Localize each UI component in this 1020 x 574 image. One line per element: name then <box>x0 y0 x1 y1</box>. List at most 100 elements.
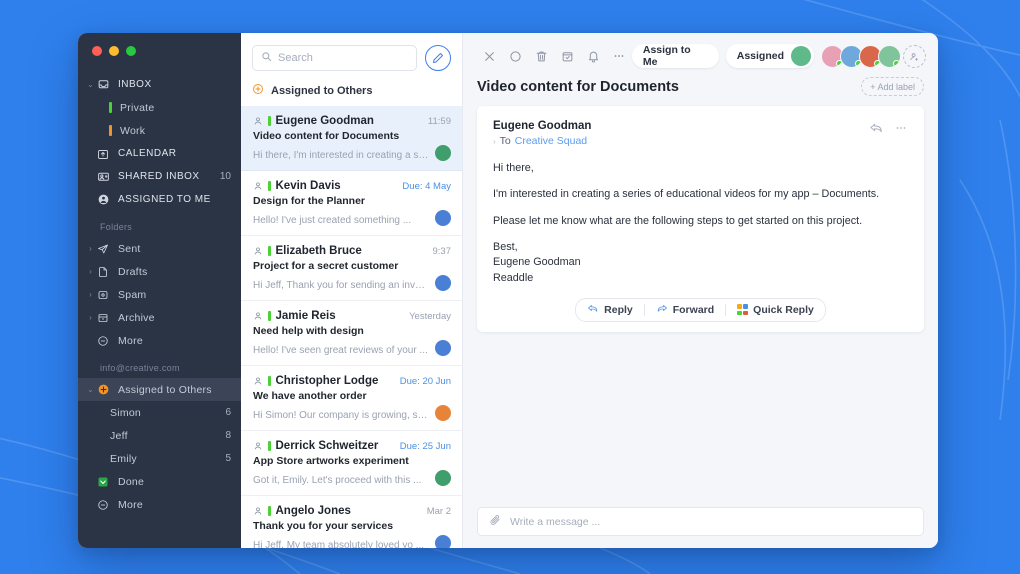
person-icon <box>253 441 264 451</box>
reply-arrow-icon[interactable] <box>869 120 884 140</box>
minimize-window-button[interactable] <box>109 46 119 56</box>
window-traffic-lights[interactable] <box>78 33 241 56</box>
add-person-icon[interactable] <box>903 44 927 68</box>
list-item[interactable]: Jamie Reis Yesterday Need help with desi… <box>241 301 462 366</box>
sidebar-item-label: Emily <box>110 452 137 465</box>
sidebar-item-assigned-to-others[interactable]: ⌄ Assigned to Others <box>78 378 241 401</box>
sidebar-section-account: info@creative.com <box>100 363 180 373</box>
assignee-avatar-group[interactable] <box>821 44 927 68</box>
sidebar-item-label: More <box>118 498 143 511</box>
quick-reply-button[interactable]: Quick Reply <box>726 299 825 321</box>
email-action-bar: Reply Forward Quick Reply <box>575 297 826 322</box>
list-item-sender: Christopher Lodge <box>275 375 379 387</box>
person-icon <box>253 116 264 126</box>
forward-button[interactable]: Forward <box>645 299 725 321</box>
add-label-text: + Add label <box>870 81 915 92</box>
chevron-right-icon[interactable]: › <box>86 244 95 253</box>
sidebar-item-label: Drafts <box>118 265 148 278</box>
avatar <box>435 405 451 421</box>
sidebar: ⌄ INBOX Private Work CALENDAR SHARED INB… <box>78 33 241 548</box>
flag-icon <box>268 311 271 321</box>
search-input[interactable]: Search <box>252 45 417 71</box>
sidebar-item-label: Done <box>118 475 145 488</box>
more-icon[interactable] <box>606 43 632 69</box>
list-item[interactable]: Elizabeth Bruce 9:37 Project for a secre… <box>241 236 462 301</box>
sidebar-item-drafts[interactable]: › Drafts <box>78 260 241 283</box>
inbox-icon <box>95 78 111 91</box>
list-item-subject: Design for the Planner <box>253 195 366 207</box>
avatar <box>435 210 451 226</box>
avatar <box>791 46 812 66</box>
more-icon[interactable] <box>894 121 908 140</box>
sidebar-item-archive[interactable]: › Archive <box>78 306 241 329</box>
list-item[interactable]: Kevin Davis Due: 4 May Design for the Pl… <box>241 171 462 236</box>
bell-icon[interactable] <box>580 43 606 69</box>
trash-icon[interactable] <box>529 43 555 69</box>
chevron-down-icon[interactable]: ⌄ <box>86 80 95 89</box>
email-recipients[interactable]: › To Creative Squad <box>493 135 869 147</box>
sidebar-item-private[interactable]: Private <box>78 96 241 119</box>
tag-icon <box>109 125 112 136</box>
sidebar-item-work[interactable]: Work <box>78 119 241 142</box>
list-item-time: 11:59 <box>427 115 451 127</box>
attachment-icon[interactable] <box>489 513 501 531</box>
flag-icon <box>268 506 271 516</box>
close-icon[interactable] <box>477 43 503 69</box>
sidebar-item-count: 5 <box>225 453 231 464</box>
sidebar-item-shared-inbox[interactable]: SHARED INBOX 10 <box>78 165 241 188</box>
add-label-button[interactable]: + Add label <box>861 77 924 96</box>
compose-button[interactable] <box>425 45 451 71</box>
assigned-icon <box>95 193 111 206</box>
sidebar-item-spam[interactable]: › Spam <box>78 283 241 306</box>
done-icon <box>95 476 111 488</box>
sidebar-item-more-account[interactable]: More <box>78 493 241 516</box>
archive-icon[interactable] <box>554 43 580 69</box>
avatar <box>435 145 451 161</box>
list-item[interactable]: Derrick Schweitzer Due: 25 Jun App Store… <box>241 431 462 496</box>
chevron-right-icon[interactable]: › <box>493 137 496 146</box>
assigned-others-icon <box>252 83 264 98</box>
chevron-right-icon[interactable]: › <box>86 267 95 276</box>
assign-to-me-button[interactable]: Assign to Me <box>631 44 719 68</box>
avatar[interactable] <box>878 44 902 68</box>
sidebar-item-simon[interactable]: Simon 6 <box>78 401 241 424</box>
list-item-time: Due: 20 Jun <box>399 375 451 387</box>
sidebar-item-inbox[interactable]: ⌄ INBOX <box>78 73 241 96</box>
sidebar-item-emily[interactable]: Emily 5 <box>78 447 241 470</box>
list-item-subject: Thank you for your services <box>253 520 394 532</box>
close-window-button[interactable] <box>92 46 102 56</box>
assigned-label: Assigned <box>736 50 785 62</box>
email-signature-line: Best, <box>493 240 518 253</box>
sidebar-item-jeff[interactable]: Jeff 8 <box>78 424 241 447</box>
reader-toolbar: Assign to Me Assigned <box>463 33 938 73</box>
sidebar-item-assigned-to-me[interactable]: ASSIGNED TO ME <box>78 188 241 211</box>
list-item[interactable]: Christopher Lodge Due: 20 Jun We have an… <box>241 366 462 431</box>
email-signature-line: Eugene Goodman <box>493 256 581 269</box>
email-paragraph: Please let me know what are the followin… <box>493 214 863 227</box>
email-header: Eugene Goodman › To Creative Squad <box>493 120 908 147</box>
quick-reply-label: Quick Reply <box>753 303 814 316</box>
circle-icon[interactable] <box>503 43 529 69</box>
list-item[interactable]: Angelo Jones Mar 2 Thank you for your se… <box>241 496 462 548</box>
zoom-window-button[interactable] <box>126 46 136 56</box>
calendar-icon <box>95 148 111 160</box>
message-items[interactable]: Eugene Goodman 11:59 Video content for D… <box>241 106 462 548</box>
assigned-pill[interactable]: Assigned <box>725 44 815 68</box>
composer-input[interactable]: Write a message ... <box>477 507 924 536</box>
chevron-right-icon[interactable]: › <box>86 313 95 322</box>
chevron-down-icon[interactable]: ⌄ <box>86 385 95 394</box>
sidebar-item-calendar[interactable]: CALENDAR <box>78 142 241 165</box>
sidebar-item-done[interactable]: Done <box>78 470 241 493</box>
recipient-link[interactable]: Creative Squad <box>515 135 587 147</box>
quick-reply-icon <box>737 304 749 316</box>
sidebar-item-sent[interactable]: › Sent <box>78 237 241 260</box>
chevron-right-icon[interactable]: › <box>86 290 95 299</box>
flag-icon <box>268 116 271 126</box>
list-item[interactable]: Eugene Goodman 11:59 Video content for D… <box>241 106 462 171</box>
reply-button[interactable]: Reply <box>576 299 644 321</box>
drafts-icon <box>95 266 111 278</box>
list-item-time: Yesterday <box>409 310 451 322</box>
email-header-actions <box>869 120 908 140</box>
sidebar-item-more-folders[interactable]: More <box>78 329 241 352</box>
assigned-others-icon <box>95 383 111 396</box>
